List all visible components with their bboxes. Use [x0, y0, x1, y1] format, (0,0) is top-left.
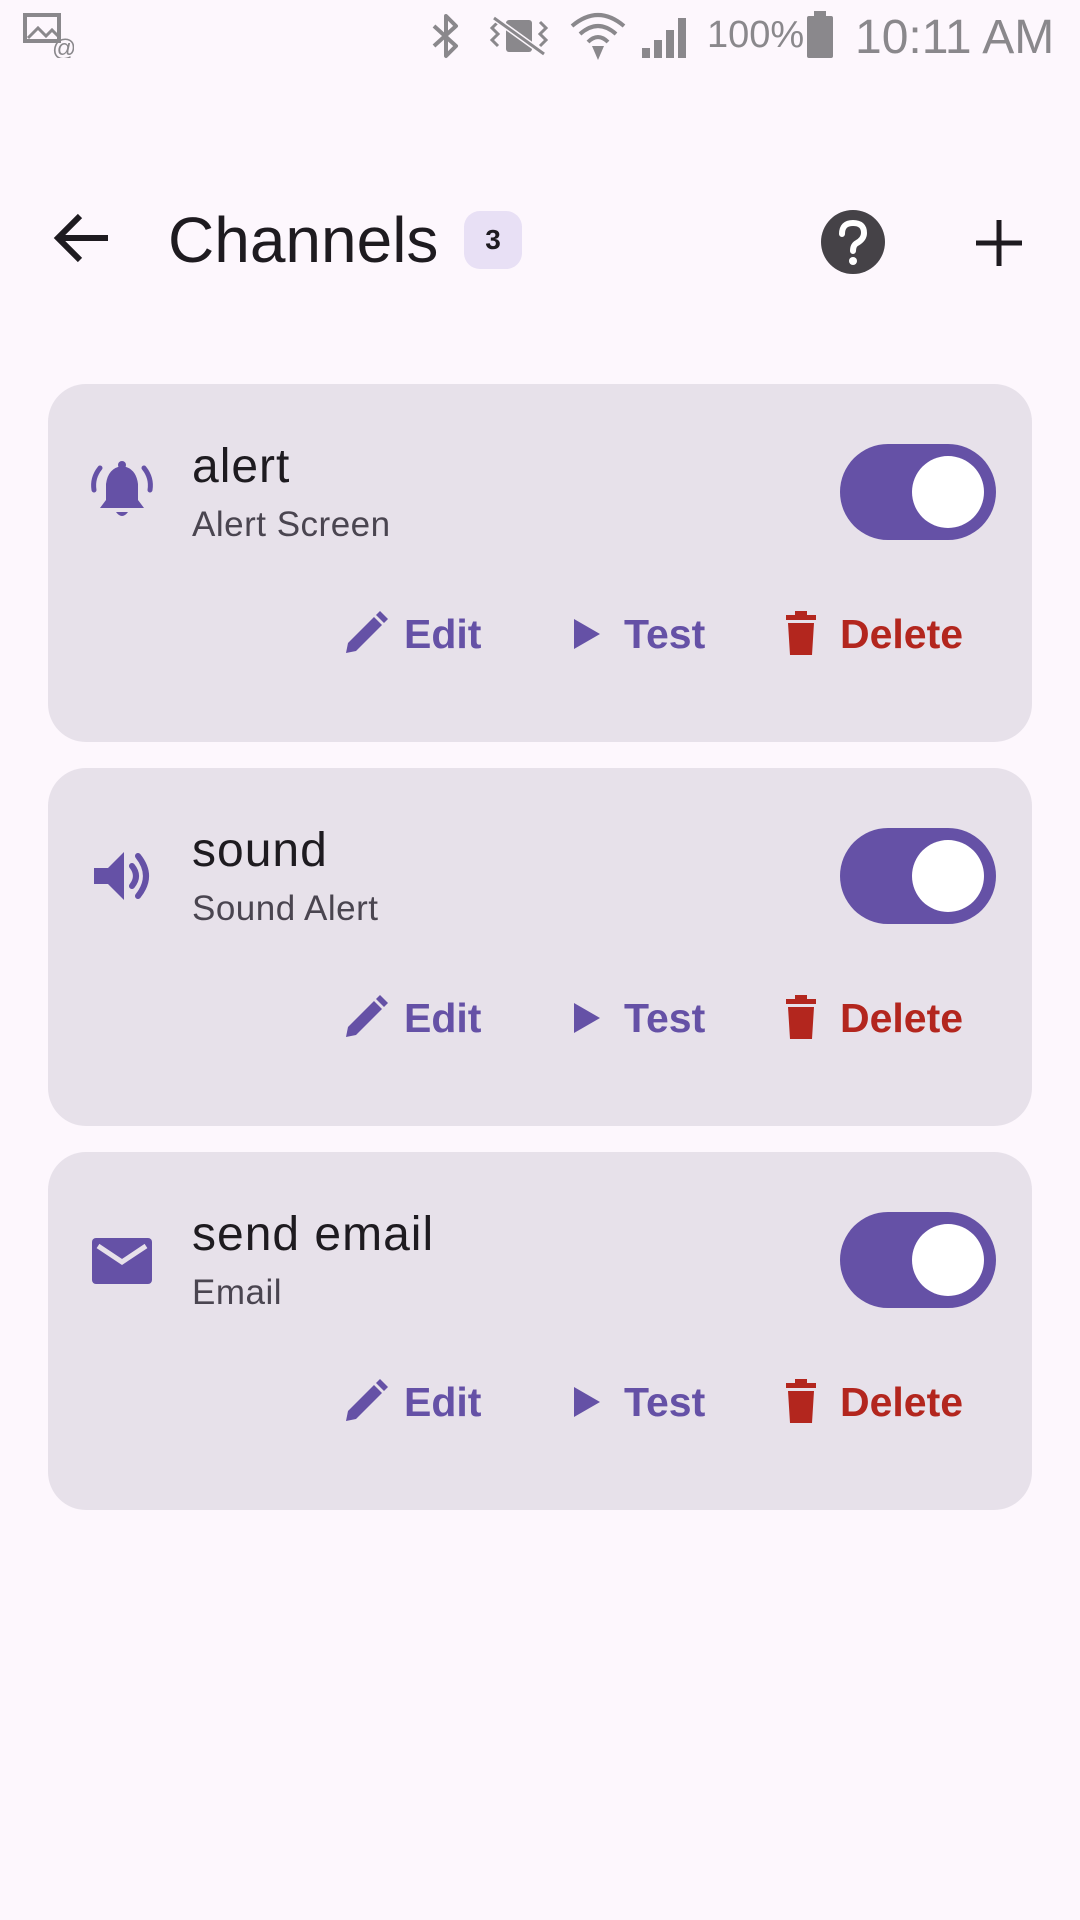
help-button[interactable]	[818, 207, 888, 277]
toggle-knob	[912, 1224, 984, 1296]
delete-label: Delete	[840, 994, 964, 1041]
toggle-knob	[912, 456, 984, 528]
pencil-icon	[346, 611, 388, 653]
channel-name: send email	[192, 1208, 435, 1261]
pencil-icon	[346, 1379, 388, 1421]
cellular-signal-icon	[642, 18, 686, 58]
test-label: Test	[624, 994, 706, 1041]
channel-enabled-toggle[interactable]	[840, 828, 996, 924]
test-label: Test	[624, 610, 706, 657]
add-channel-button[interactable]	[966, 210, 1032, 276]
toggle-knob	[912, 840, 984, 912]
channel-card: alert Alert Screen Edit Test Delete	[48, 384, 1032, 742]
edit-label: Edit	[404, 994, 482, 1041]
edit-label: Edit	[404, 610, 482, 657]
channel-type: Sound Alert	[192, 889, 379, 928]
test-button[interactable]: Test	[560, 978, 705, 1058]
channel-count-badge: 3	[464, 211, 522, 269]
delete-button[interactable]: Delete	[776, 1362, 963, 1442]
play-icon	[574, 1387, 600, 1417]
arrow-back-icon	[53, 213, 108, 263]
speaker-icon	[94, 852, 149, 900]
edit-label: Edit	[404, 1378, 482, 1425]
screenshot-notification-icon: @	[23, 13, 74, 58]
channel-type: Email	[192, 1273, 283, 1312]
channel-type: Alert Screen	[192, 505, 391, 544]
trash-icon	[786, 611, 816, 655]
delete-label: Delete	[840, 1378, 964, 1425]
test-button[interactable]: Test	[560, 594, 705, 674]
test-label: Test	[624, 1378, 706, 1425]
pencil-icon	[346, 995, 388, 1037]
play-icon	[574, 1003, 600, 1033]
channel-name: sound	[192, 824, 328, 877]
edit-button[interactable]: Edit	[340, 978, 481, 1058]
svg-text:@: @	[52, 35, 74, 58]
plus-icon	[976, 220, 1022, 266]
channel-enabled-toggle[interactable]	[840, 1212, 996, 1308]
edit-button[interactable]: Edit	[340, 594, 481, 674]
battery-icon	[807, 11, 833, 58]
bell-icon	[91, 461, 153, 516]
test-button[interactable]: Test	[560, 1362, 705, 1442]
channel-card: send email Email Edit Test Delete	[48, 1152, 1032, 1510]
mail-icon	[92, 1238, 152, 1284]
back-button[interactable]	[48, 202, 120, 274]
trash-icon	[786, 1379, 816, 1423]
status-clock: 10:11 AM	[855, 11, 1055, 64]
page-title: Channels	[168, 204, 439, 276]
channel-card: sound Sound Alert Edit Test Delete	[48, 768, 1032, 1126]
battery-percentage: 100%	[707, 14, 805, 56]
channel-name: alert	[192, 440, 291, 493]
vibrate-off-icon	[489, 15, 549, 57]
wifi-icon	[570, 13, 626, 60]
status-bar: @ 100% 10:11 AM	[0, 0, 1080, 75]
delete-button[interactable]: Delete	[776, 594, 963, 674]
delete-label: Delete	[840, 610, 964, 657]
play-icon	[574, 619, 600, 649]
trash-icon	[786, 995, 816, 1039]
channel-enabled-toggle[interactable]	[840, 444, 996, 540]
bluetooth-icon	[432, 14, 458, 58]
help-icon	[821, 210, 885, 274]
edit-button[interactable]: Edit	[340, 1362, 481, 1442]
delete-button[interactable]: Delete	[776, 978, 963, 1058]
